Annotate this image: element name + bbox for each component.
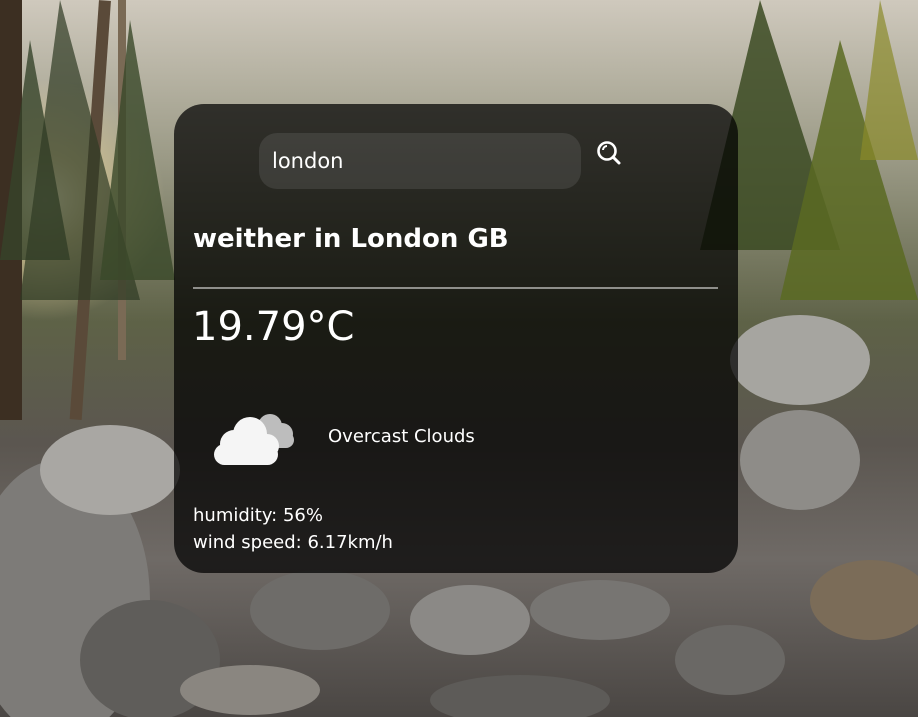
search-icon xyxy=(597,141,621,165)
weather-details: humidity: 56% wind speed: 6.17km/h xyxy=(193,502,393,556)
divider xyxy=(193,287,718,289)
temperature-value: 19.79°C xyxy=(192,304,355,350)
humidity-text: humidity: 56% xyxy=(193,505,323,526)
wind-speed-text: wind speed: 6.17km/h xyxy=(193,532,393,553)
overcast-clouds-icon xyxy=(214,414,294,465)
location-title: weither in London GB xyxy=(193,224,509,254)
search-bar xyxy=(259,133,639,189)
search-button[interactable] xyxy=(595,138,625,168)
condition-description: Overcast Clouds xyxy=(328,426,475,447)
city-search-input[interactable] xyxy=(259,133,581,189)
weather-card: weither in London GB 19.79°C Overcast Cl… xyxy=(174,104,738,573)
